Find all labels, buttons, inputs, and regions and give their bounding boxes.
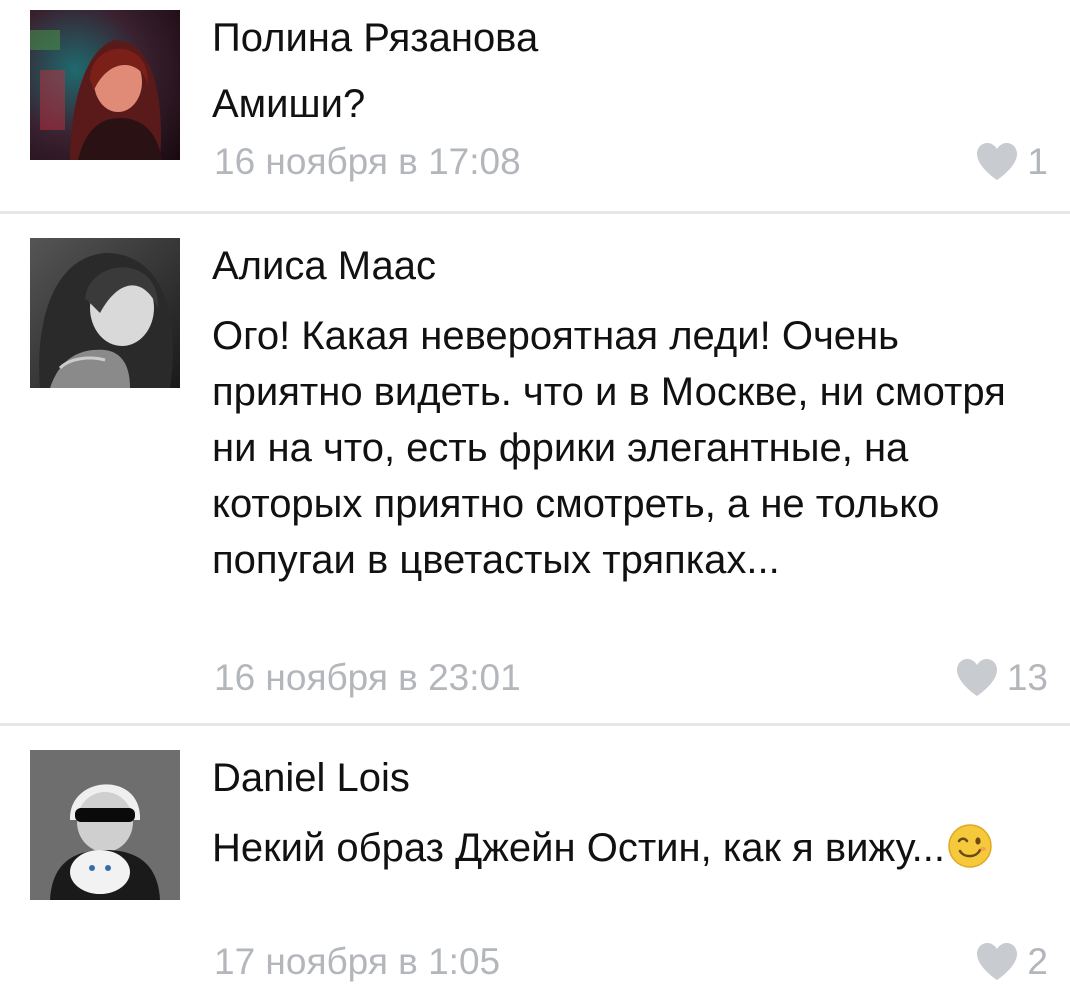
avatar-photo-icon [30,750,180,900]
comment-date: 16 ноября в 17:08 [214,141,521,182]
like-count: 1 [1027,141,1048,182]
comment-item: Алиса Маас Ого! Какая невероятная леди! … [0,214,1070,724]
avatar-photo-icon [30,10,180,160]
like-button[interactable]: 13 [955,656,1048,700]
avatar[interactable] [30,10,180,160]
like-button[interactable]: 1 [975,140,1048,184]
comment-text: Ого! Какая невероятная леди! Очень прият… [212,314,1006,582]
like-count: 13 [1006,657,1048,698]
comment-date: 17 ноября в 1:05 [214,941,501,982]
comment-item: Daniel Lois Некий образ Джейн Остин, как… [0,726,1070,1001]
heart-icon [977,943,1018,980]
comment-text-content: Некий образ Джейн Остин, как я вижу... [212,826,945,870]
comment-text: Амиши? [212,82,366,126]
avatar[interactable] [30,750,180,900]
comment-author[interactable]: Daniel Lois [212,754,410,802]
comment-item: Полина Рязанова Амиши? 16 ноября в 17:08… [0,0,1070,212]
comment-text: Некий образ Джейн Остин, как я вижу... [212,820,1052,876]
comment-author[interactable]: Полина Рязанова [212,14,538,62]
avatar[interactable] [30,238,180,388]
comment-author[interactable]: Алиса Маас [212,242,436,290]
heart-icon [977,143,1018,180]
heart-icon [956,659,997,696]
like-button[interactable]: 2 [975,940,1048,984]
wink-emoji-icon [948,824,992,868]
avatar-photo-icon [30,238,180,388]
like-count: 2 [1027,941,1048,982]
comment-date: 16 ноября в 23:01 [214,657,521,698]
